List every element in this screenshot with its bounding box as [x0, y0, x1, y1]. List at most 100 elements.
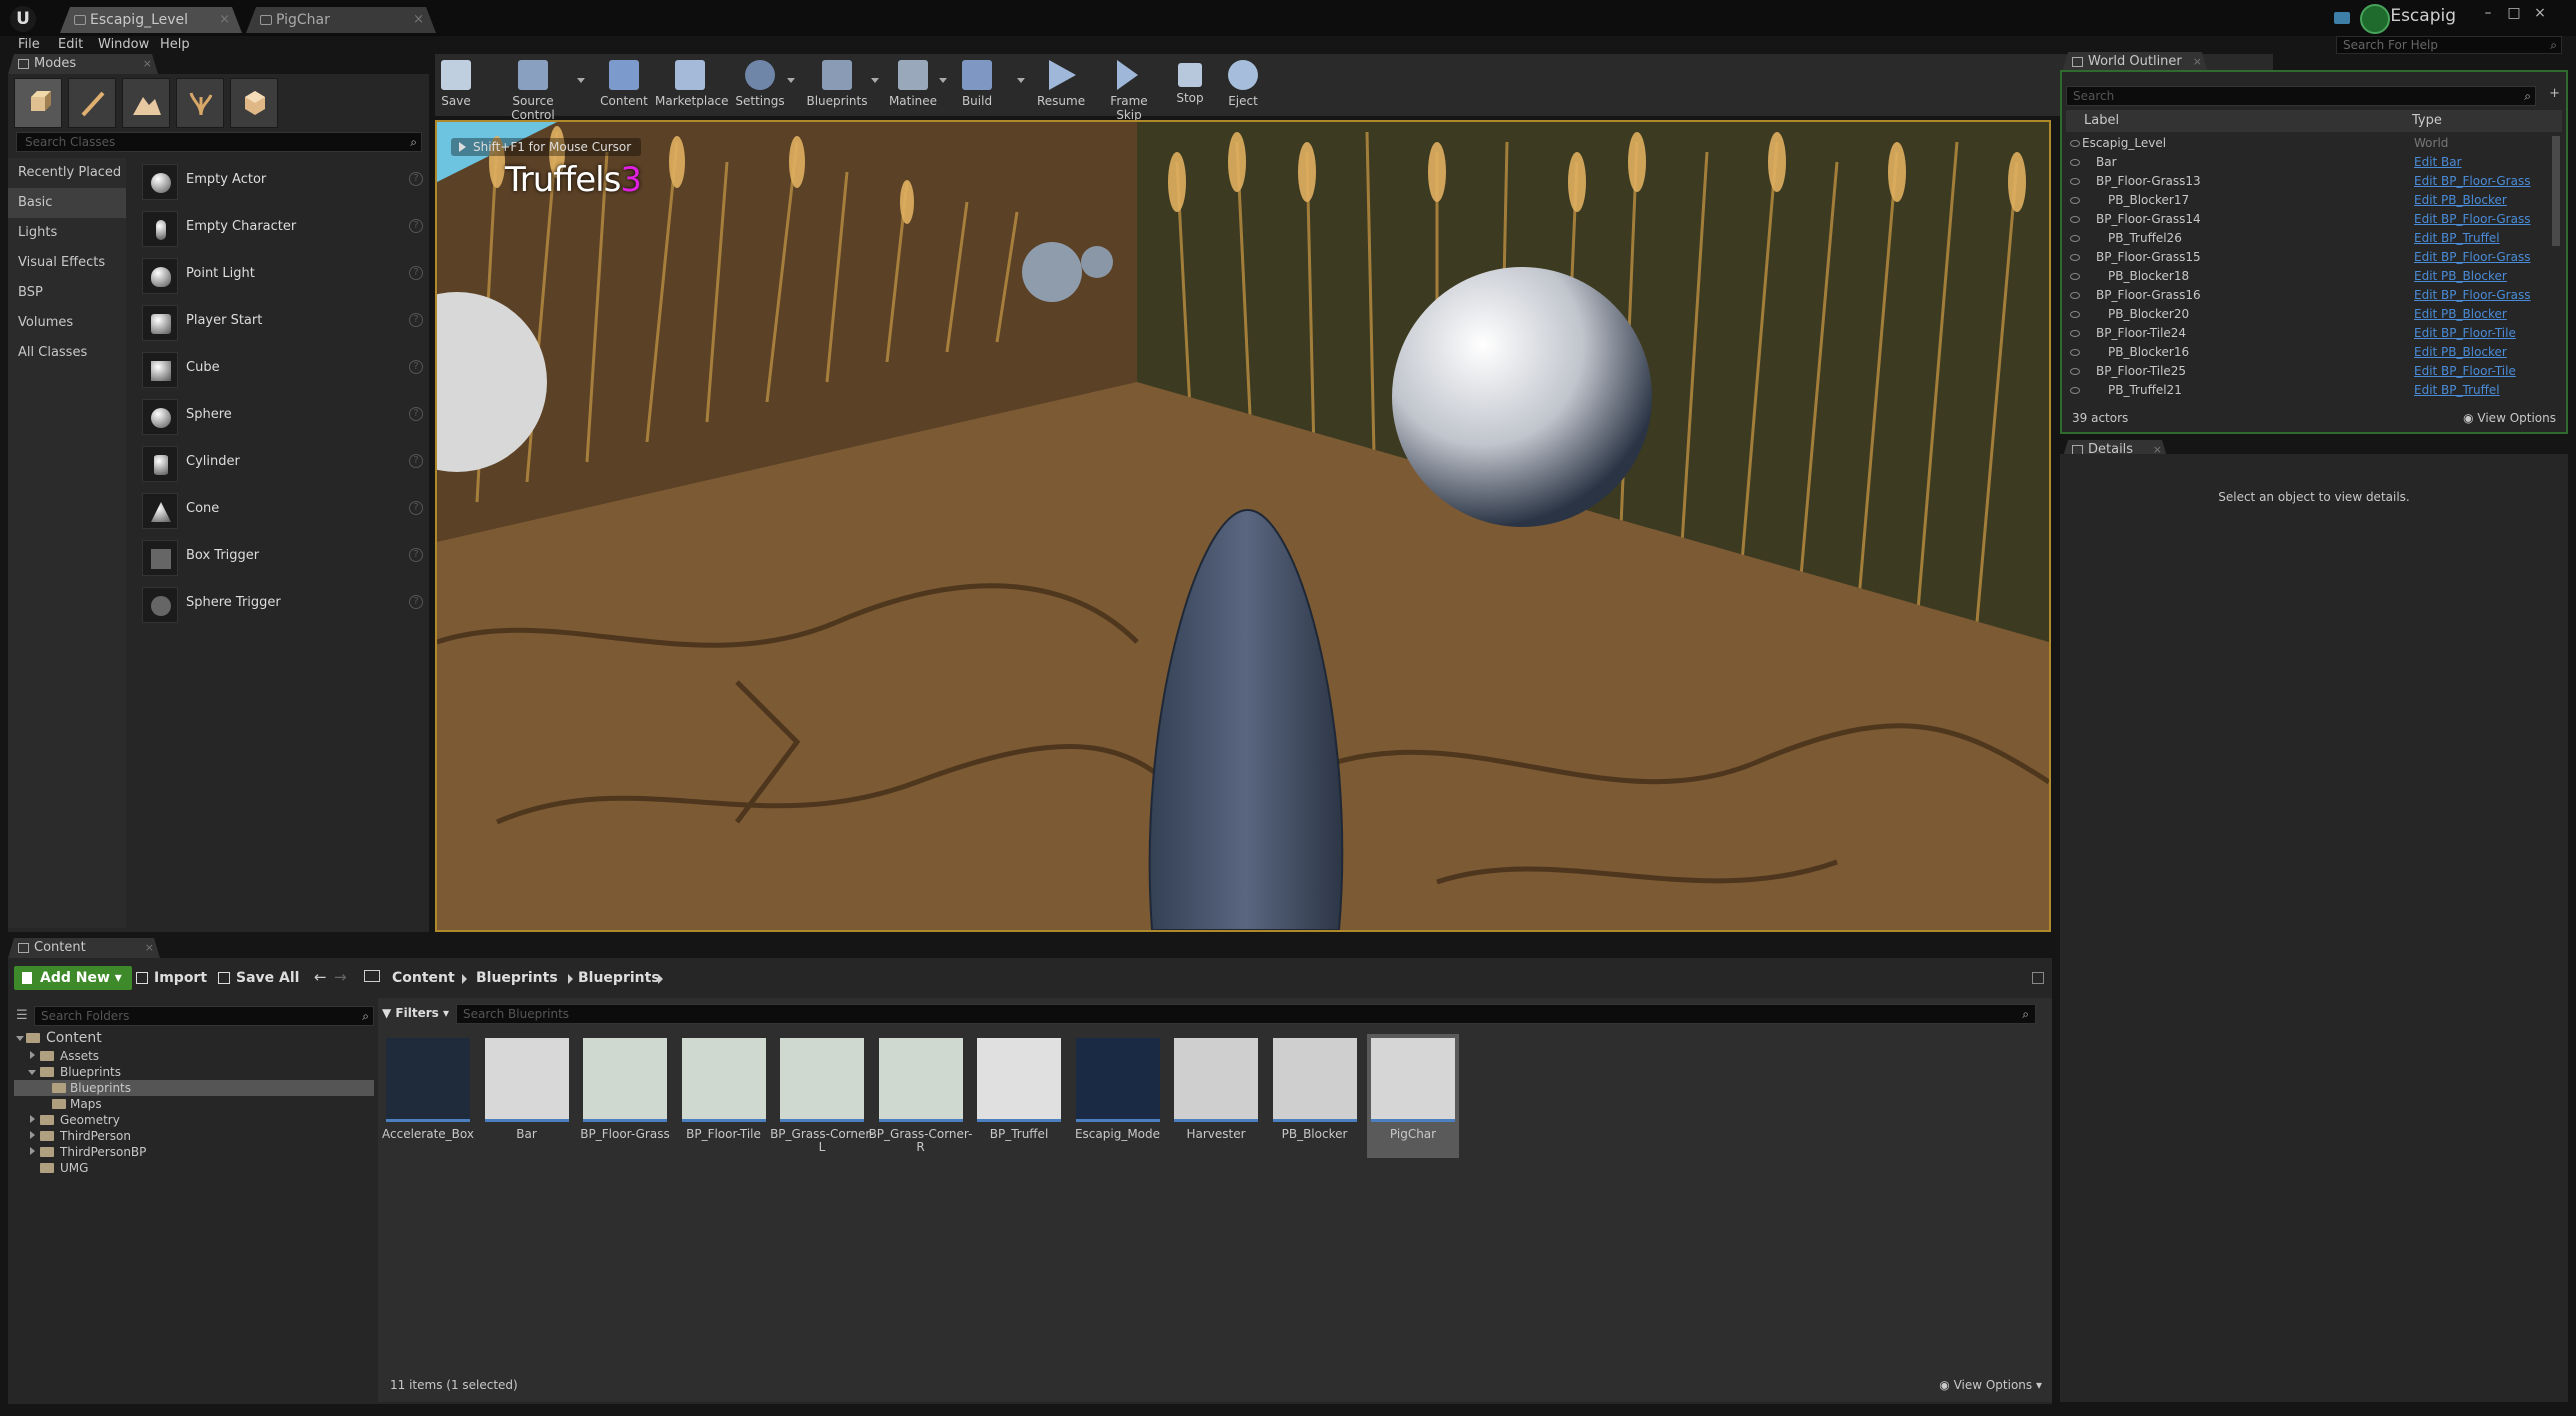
visibility-eye-icon[interactable]	[2070, 292, 2080, 299]
content-button[interactable]: Content	[599, 58, 649, 114]
asset-tile[interactable]: Accelerate_Box	[382, 1034, 474, 1158]
outliner-search-input[interactable]: Search ⌕	[2066, 86, 2536, 106]
menu-edit[interactable]: Edit	[58, 36, 83, 54]
save-all-button[interactable]: Save All	[214, 966, 305, 990]
eject-button[interactable]: Eject	[1225, 58, 1261, 114]
lock-icon[interactable]	[2032, 972, 2044, 984]
menu-file[interactable]: File	[18, 36, 40, 54]
breadcrumb-blueprints-sub[interactable]: Blueprints	[578, 966, 660, 990]
class-item-box-trigger[interactable]: Box Trigger?	[132, 534, 429, 581]
edit-blueprint-link[interactable]: Edit PB_Blocker	[2414, 267, 2507, 286]
asset-tile[interactable]: BP_Grass-Corner-L	[770, 1034, 874, 1158]
save-button[interactable]: Save	[439, 58, 473, 114]
class-item-player-start[interactable]: Player Start?	[132, 299, 429, 346]
expand-icon[interactable]	[30, 1147, 35, 1155]
help-icon[interactable]: ?	[409, 219, 423, 233]
chevron-down-icon[interactable]	[787, 78, 795, 83]
chevron-down-icon[interactable]	[577, 78, 585, 83]
visibility-eye-icon[interactable]	[2070, 216, 2080, 223]
folder-geometry[interactable]: Geometry	[14, 1112, 374, 1128]
close-icon[interactable]: ×	[143, 54, 152, 74]
category-lights[interactable]: Lights	[8, 218, 126, 248]
place-mode-button[interactable]	[14, 78, 62, 128]
edit-blueprint-link[interactable]: Edit BP_Floor-Tile	[2414, 324, 2516, 343]
asset-tile[interactable]: PB_Blocker	[1269, 1034, 1361, 1158]
asset-search-input[interactable]: Search Blueprints ⌕	[456, 1004, 2036, 1024]
notification-icon[interactable]	[2334, 12, 2350, 24]
asset-tile[interactable]: BP_Floor-Tile	[678, 1034, 770, 1158]
class-item-empty-actor[interactable]: Empty Actor?	[132, 158, 429, 205]
folder-blueprints-sub[interactable]: Blueprints	[14, 1080, 374, 1096]
resume-button[interactable]: Resume	[1037, 58, 1085, 114]
asset-tile[interactable]: BP_Grass-Corner-R	[869, 1034, 972, 1158]
folder-umg[interactable]: UMG	[14, 1160, 374, 1176]
category-recently-placed[interactable]: Recently Placed	[8, 158, 126, 188]
back-arrow-icon[interactable]: ←	[314, 968, 327, 986]
edit-blueprint-link[interactable]: Edit Bar	[2414, 153, 2462, 172]
outliner-row[interactable]: PB_Blocker16 Edit PB_Blocker	[2066, 343, 2554, 362]
outliner-row[interactable]: BP_Floor-Grass14 Edit BP_Floor-Grass	[2066, 210, 2554, 229]
close-window-icon[interactable]: ×	[2530, 6, 2550, 20]
outliner-row[interactable]: Escapig_Level World	[2066, 134, 2554, 153]
asset-tile[interactable]: Harvester	[1170, 1034, 1262, 1158]
visibility-eye-icon[interactable]	[2070, 311, 2080, 318]
asset-tile[interactable]: BP_Floor-Grass	[579, 1034, 671, 1158]
outliner-row[interactable]: PB_Truffel21 Edit BP_Truffel	[2066, 381, 2554, 400]
forward-arrow-icon[interactable]: →	[334, 968, 347, 986]
help-icon[interactable]: ?	[409, 407, 423, 421]
edit-blueprint-link[interactable]: Edit PB_Blocker	[2414, 191, 2507, 210]
class-item-empty-character[interactable]: Empty Character?	[132, 205, 429, 252]
scrollbar[interactable]	[2552, 136, 2560, 246]
geometry-mode-button[interactable]	[230, 78, 278, 128]
chevron-right-icon[interactable]	[462, 974, 467, 984]
tab-escapig-level[interactable]: Escapig_Level ×	[60, 7, 242, 33]
help-icon[interactable]: ?	[409, 548, 423, 562]
level-viewport[interactable]: Shift+F1 for Mouse Cursor Truffels3	[435, 120, 2051, 932]
category-volumes[interactable]: Volumes	[8, 308, 126, 338]
folder-assets[interactable]: Assets	[14, 1048, 374, 1064]
tab-content-browser[interactable]: Content Browser ×	[8, 938, 160, 958]
class-item-cylinder[interactable]: Cylinder?	[132, 440, 429, 487]
category-basic[interactable]: Basic	[8, 188, 126, 218]
class-item-sphere-trigger[interactable]: Sphere Trigger?	[132, 581, 429, 628]
tab-pigchar[interactable]: PigChar ×	[246, 7, 436, 33]
expand-icon[interactable]	[30, 1131, 35, 1139]
outliner-row[interactable]: BP_Floor-Grass13 Edit BP_Floor-Grass	[2066, 172, 2554, 191]
build-button[interactable]: Build	[957, 58, 997, 114]
tab-world-outliner[interactable]: World Outliner ×	[2062, 52, 2208, 72]
visibility-eye-icon[interactable]	[2070, 178, 2080, 185]
expand-icon[interactable]	[16, 1036, 24, 1041]
sources-toggle-icon[interactable]: ☰	[16, 1008, 28, 1023]
visibility-eye-icon[interactable]	[2070, 140, 2080, 147]
asset-tile[interactable]: Escapig_Mode	[1072, 1034, 1164, 1158]
expand-icon[interactable]	[30, 1115, 35, 1123]
visibility-eye-icon[interactable]	[2070, 368, 2080, 375]
column-label[interactable]: Label	[2084, 110, 2119, 132]
folder-thirdpersonbp[interactable]: ThirdPersonBP	[14, 1144, 374, 1160]
menu-help[interactable]: Help	[160, 36, 190, 54]
visibility-eye-icon[interactable]	[2070, 273, 2080, 280]
paint-mode-button[interactable]	[68, 78, 116, 128]
class-item-cone[interactable]: Cone?	[132, 487, 429, 534]
asset-tile[interactable]: PigChar	[1367, 1034, 1459, 1158]
visibility-eye-icon[interactable]	[2070, 197, 2080, 204]
stop-button[interactable]: Stop	[1173, 58, 1207, 114]
close-icon[interactable]: ×	[219, 7, 230, 33]
visibility-eye-icon[interactable]	[2070, 349, 2080, 356]
outliner-row[interactable]: PB_Truffel26 Edit BP_Truffel	[2066, 229, 2554, 248]
tab-modes[interactable]: Modes ×	[8, 54, 158, 74]
class-item-sphere[interactable]: Sphere?	[132, 393, 429, 440]
edit-blueprint-link[interactable]: Edit PB_Blocker	[2414, 305, 2507, 324]
unreal-logo-icon[interactable]: U	[10, 6, 36, 32]
settings-button[interactable]: Settings	[735, 58, 785, 114]
column-type[interactable]: Type	[2412, 110, 2442, 132]
edit-blueprint-link[interactable]: Edit BP_Floor-Grass	[2414, 210, 2530, 229]
view-options-button[interactable]: ◉ View Options	[2463, 408, 2556, 428]
add-new-button[interactable]: Add New ▾	[14, 966, 132, 990]
folder-content[interactable]: Content	[14, 1030, 374, 1048]
help-icon[interactable]: ?	[409, 501, 423, 515]
landscape-mode-button[interactable]	[122, 78, 170, 128]
category-bsp[interactable]: BSP	[8, 278, 126, 308]
help-icon[interactable]: ?	[409, 360, 423, 374]
category-all-classes[interactable]: All Classes	[8, 338, 126, 368]
